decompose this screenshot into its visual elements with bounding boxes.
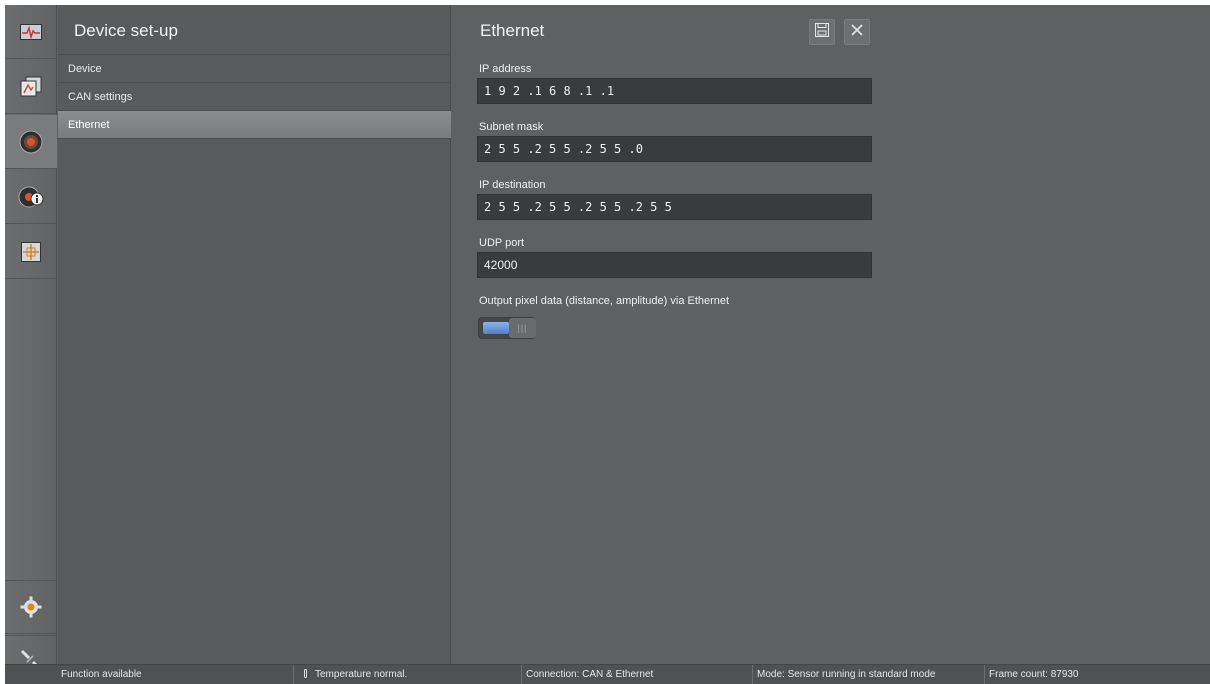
- save-button[interactable]: [809, 19, 835, 45]
- toggle-on-indicator: [483, 322, 509, 334]
- ip-destination-input[interactable]: 2 5 5 .2 5 5 .2 5 5 .2 5 5: [477, 194, 872, 220]
- setup-menu: Device CAN settings Ethernet: [58, 55, 451, 139]
- icon-rail: [5, 5, 57, 684]
- udp-port-input[interactable]: 42000: [477, 252, 872, 278]
- gear-icon: [20, 596, 42, 618]
- ethernet-detail-panel: Ethernet IP address 1 9 2 .1 6 8 .1 .1 S…: [452, 5, 1210, 664]
- rail-button-sensor[interactable]: [5, 115, 57, 169]
- ip-address-input[interactable]: 1 9 2 .1 6 8 .1 .1: [477, 78, 872, 104]
- udp-port-label: UDP port: [479, 237, 525, 249]
- menu-item-device[interactable]: Device: [58, 55, 451, 83]
- rail-button-image[interactable]: [5, 60, 57, 114]
- ip-address-label: IP address: [479, 63, 532, 75]
- detail-title: Ethernet: [480, 21, 545, 40]
- output-pixel-data-label: Output pixel data (distance, amplitude) …: [479, 295, 730, 307]
- status-bar: Function available Temperature normal. C…: [5, 664, 1210, 684]
- status-frame-count: Frame count: 87930: [984, 665, 1210, 684]
- ip-destination-label: IP destination: [479, 179, 546, 191]
- subnet-mask-label: Subnet mask: [479, 121, 544, 133]
- status-temperature-text: Temperature normal.: [315, 669, 408, 680]
- rail-button-target[interactable]: [5, 225, 57, 279]
- close-icon: [851, 23, 863, 41]
- waveform-monitor-icon: [20, 23, 42, 40]
- panel-title: Device set-up: [74, 21, 178, 40]
- status-function: Function available: [61, 669, 142, 680]
- subnet-mask-input[interactable]: 2 5 5 .2 5 5 .2 5 5 .0: [477, 136, 872, 162]
- menu-item-ethernet[interactable]: Ethernet: [58, 111, 451, 139]
- crosshair-target-icon: [21, 241, 41, 262]
- menu-item-can-settings[interactable]: CAN settings: [58, 83, 451, 111]
- status-connection: Connection: CAN & Ethernet: [521, 665, 752, 684]
- rail-button-monitor[interactable]: [5, 5, 57, 59]
- thermometer-icon: [304, 669, 307, 678]
- toggle-knob[interactable]: |||: [509, 318, 536, 338]
- app-window: Device set-up Device CAN settings Ethern…: [5, 5, 1210, 684]
- rail-button-sensor-info[interactable]: [5, 170, 57, 224]
- status-temperature: Temperature normal.: [293, 665, 521, 684]
- rail-button-settings[interactable]: [5, 580, 57, 634]
- sensor-info-icon: [18, 185, 44, 209]
- image-document-icon: [20, 76, 42, 98]
- output-pixel-data-toggle[interactable]: |||: [478, 317, 536, 339]
- sensor-lens-icon: [19, 130, 43, 154]
- save-icon: [815, 22, 829, 42]
- status-mode: Mode: Sensor running in standard mode: [752, 665, 984, 684]
- close-button[interactable]: [844, 19, 870, 45]
- device-setup-panel: Device set-up Device CAN settings Ethern…: [58, 5, 451, 664]
